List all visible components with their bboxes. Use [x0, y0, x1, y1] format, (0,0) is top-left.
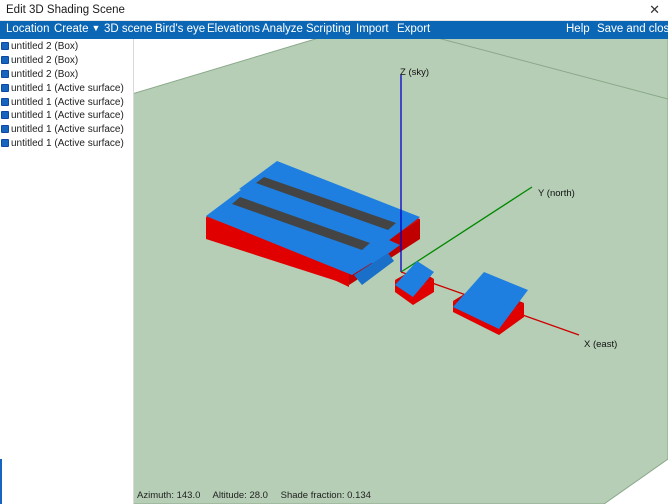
- object-item[interactable]: untitled 1 (Active surface): [1, 97, 124, 110]
- checkbox-checked-icon[interactable]: [1, 98, 9, 106]
- menu-bar: Location Create ▼ 3D scene Bird's eye Ele…: [0, 21, 668, 39]
- save-and-close-button[interactable]: Save and close: [597, 23, 668, 35]
- resize-handle[interactable]: [0, 459, 2, 504]
- checkbox-checked-icon[interactable]: [1, 139, 9, 147]
- title-bar: Edit 3D Shading Scene ✕: [0, 0, 668, 21]
- y-axis-label: Y (north): [538, 188, 575, 199]
- checkbox-checked-icon[interactable]: [1, 111, 9, 119]
- object-label: untitled 2 (Box): [11, 41, 79, 52]
- menu-location[interactable]: Location: [6, 23, 49, 35]
- checkbox-checked-icon[interactable]: [1, 84, 9, 92]
- menu-help[interactable]: Help: [566, 23, 590, 35]
- menu-create-label: Create: [54, 23, 89, 35]
- altitude-readout: Altitude: 28.0: [212, 490, 268, 501]
- object-label: untitled 1 (Active surface): [11, 97, 124, 108]
- object-item[interactable]: untitled 1 (Active surface): [1, 83, 124, 96]
- menu-export[interactable]: Export: [397, 23, 430, 35]
- menu-create[interactable]: Create ▼: [54, 23, 100, 35]
- menu-3d-scene[interactable]: 3D scene: [104, 23, 153, 35]
- object-label: untitled 2 (Box): [11, 69, 79, 80]
- checkbox-checked-icon[interactable]: [1, 70, 9, 78]
- azimuth-readout: Azimuth: 143.0: [137, 490, 201, 501]
- shade-fraction-readout: Shade fraction: 0.134: [280, 490, 371, 501]
- object-item[interactable]: untitled 1 (Active surface): [1, 124, 124, 137]
- object-item[interactable]: untitled 1 (Active surface): [1, 138, 124, 151]
- object-item[interactable]: untitled 2 (Box): [1, 41, 78, 54]
- object-label: untitled 1 (Active surface): [11, 138, 124, 149]
- checkbox-checked-icon[interactable]: [1, 56, 9, 64]
- object-item[interactable]: untitled 2 (Box): [1, 69, 78, 82]
- object-list: untitled 2 (Box) untitled 2 (Box) untitl…: [0, 39, 134, 504]
- scene-viewport[interactable]: Z (sky) Y (north) X (east): [134, 39, 668, 504]
- object-label: untitled 1 (Active surface): [11, 83, 124, 94]
- z-axis-label: Z (sky): [400, 67, 429, 78]
- menu-import[interactable]: Import: [356, 23, 389, 35]
- checkbox-checked-icon[interactable]: [1, 42, 9, 50]
- menu-birds-eye[interactable]: Bird's eye: [155, 23, 205, 35]
- menu-elevations[interactable]: Elevations: [207, 23, 260, 35]
- object-label: untitled 2 (Box): [11, 55, 79, 66]
- menu-scripting[interactable]: Scripting: [306, 23, 351, 35]
- object-item[interactable]: untitled 1 (Active surface): [1, 110, 124, 123]
- close-icon[interactable]: ✕: [649, 2, 660, 18]
- menu-analyze[interactable]: Analyze: [262, 23, 303, 35]
- status-bar: Azimuth: 143.0 Altitude: 28.0 Shade frac…: [137, 490, 381, 501]
- checkbox-checked-icon[interactable]: [1, 125, 9, 133]
- object-item[interactable]: untitled 2 (Box): [1, 55, 78, 68]
- window-title: Edit 3D Shading Scene: [6, 4, 125, 16]
- scene-canvas[interactable]: Z (sky) Y (north) X (east): [134, 39, 668, 504]
- chevron-down-icon: ▼: [91, 23, 101, 33]
- object-label: untitled 1 (Active surface): [11, 110, 124, 121]
- object-label: untitled 1 (Active surface): [11, 124, 124, 135]
- x-axis-label: X (east): [584, 339, 617, 350]
